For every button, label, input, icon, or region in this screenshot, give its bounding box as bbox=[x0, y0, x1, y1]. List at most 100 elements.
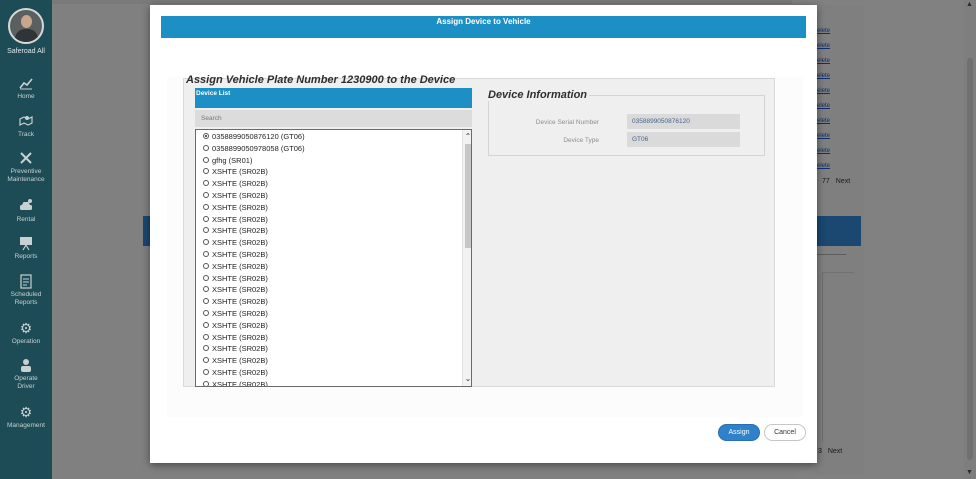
device-list-item[interactable]: XSHTE (SR02B) bbox=[203, 237, 268, 248]
pager-page[interactable]: 77 bbox=[822, 178, 830, 185]
delete-link[interactable]: elete bbox=[817, 103, 830, 109]
driver-icon bbox=[0, 357, 52, 373]
device-list-item[interactable]: XSHTE (SR02B) bbox=[203, 296, 268, 307]
device-list-item[interactable]: XSHTE (SR02B) bbox=[203, 320, 268, 331]
scroll-up-icon[interactable]: ▲ bbox=[966, 1, 973, 8]
radio-button[interactable] bbox=[203, 156, 209, 163]
radio-button[interactable] bbox=[203, 333, 209, 340]
device-list-item-label: XSHTE (SR02B) bbox=[212, 309, 268, 318]
chevron-down-icon[interactable]: ⌄ bbox=[464, 374, 471, 383]
modal-title: Assign Device to Vehicle bbox=[161, 16, 806, 38]
device-list-scrollbar-thumb[interactable] bbox=[465, 144, 471, 248]
device-list-scrollbar[interactable]: ⌃ ⌄ bbox=[462, 130, 471, 386]
device-list-item[interactable]: XSHTE (SR02B) bbox=[203, 284, 268, 295]
sidebar-item-operate-driver[interactable]: Operate Driver bbox=[0, 357, 52, 391]
device-list-item[interactable]: XSHTE (SR02B) bbox=[203, 202, 268, 213]
device-type-value: GT06 bbox=[627, 132, 740, 147]
radio-button[interactable] bbox=[203, 286, 209, 293]
radio-button[interactable] bbox=[203, 239, 209, 246]
device-listbox[interactable]: ⌃ ⌄ 0358899050876120 (GT06) 0358899050978… bbox=[195, 129, 472, 387]
page-scrollbar[interactable]: ▲ ▼ bbox=[964, 0, 976, 479]
avatar[interactable] bbox=[8, 8, 44, 44]
device-list: Device List ⌃ ⌄ 0358899050876120 (GT06) 0… bbox=[195, 88, 472, 387]
device-information-legend: Device Information bbox=[488, 89, 590, 101]
sidebar-item-home[interactable]: Home bbox=[0, 75, 52, 101]
radio-button[interactable] bbox=[203, 274, 209, 281]
device-list-item[interactable]: 0358899050978058 (GT06) bbox=[203, 143, 305, 154]
sidebar-item-track[interactable]: Track bbox=[0, 113, 52, 139]
device-list-item[interactable]: XSHTE (SR02B) bbox=[203, 166, 268, 177]
radio-button[interactable] bbox=[203, 380, 209, 386]
radio-button[interactable] bbox=[203, 144, 209, 151]
radio-button[interactable] bbox=[203, 192, 209, 198]
radio-button[interactable] bbox=[203, 215, 209, 222]
radio-button[interactable] bbox=[203, 133, 209, 139]
sidebar-item-label: Maintenance bbox=[7, 176, 45, 183]
device-list-item-label: XSHTE (SR02B) bbox=[212, 261, 268, 271]
sidebar-item-operation[interactable]: ⚙ Operation bbox=[0, 320, 52, 346]
sidebar-item-rental[interactable]: Rental bbox=[0, 198, 52, 224]
pager-next[interactable]: Next bbox=[836, 178, 850, 185]
assign-button[interactable]: Assign bbox=[718, 424, 760, 441]
cancel-button[interactable]: Cancel bbox=[764, 424, 806, 441]
gears-icon: ⚙ bbox=[19, 320, 33, 336]
delete-link[interactable]: elete bbox=[817, 163, 830, 169]
serial-number-label: Device Serial Number bbox=[535, 119, 599, 126]
delete-link[interactable]: elete bbox=[817, 43, 830, 49]
radio-button[interactable] bbox=[203, 180, 209, 187]
delete-link[interactable]: elete bbox=[817, 148, 830, 154]
device-list-item[interactable]: 0358899050876120 (GT06) bbox=[203, 131, 305, 142]
scroll-down-icon[interactable]: ▼ bbox=[966, 469, 973, 476]
sidebar-item-preventive-maintenance[interactable]: Preventive Maintenance bbox=[0, 150, 52, 184]
device-list-item[interactable]: gfhg (SR01) bbox=[203, 155, 252, 166]
device-list-item[interactable]: XSHTE (SR02B) bbox=[203, 261, 268, 272]
device-list-item[interactable]: XSHTE (SR02B) bbox=[203, 379, 268, 386]
radio-button[interactable] bbox=[203, 227, 209, 234]
device-list-item[interactable]: XSHTE (SR02B) bbox=[203, 225, 268, 236]
device-information-box: Device Serial Number 0358899050876120 De… bbox=[488, 95, 765, 156]
radio-button[interactable] bbox=[203, 357, 209, 364]
device-search-input[interactable] bbox=[195, 110, 472, 127]
device-list-item-label: 0358899050978058 (GT06) bbox=[212, 143, 305, 153]
page-scrollbar-thumb[interactable] bbox=[967, 58, 973, 460]
device-list-item[interactable]: XSHTE (SR02B) bbox=[203, 273, 268, 284]
delete-link[interactable]: elete bbox=[817, 118, 830, 124]
delete-link[interactable]: elete bbox=[817, 73, 830, 79]
sidebar-item-reports[interactable]: Reports bbox=[0, 235, 52, 261]
device-list-item-label: XSHTE (SR02B) bbox=[212, 368, 268, 377]
radio-button[interactable] bbox=[203, 369, 209, 375]
presentation-icon bbox=[0, 235, 52, 251]
delete-link[interactable]: elete bbox=[817, 133, 830, 139]
device-list-item-label: XSHTE (SR02B) bbox=[212, 167, 268, 177]
radio-button[interactable] bbox=[203, 310, 209, 316]
radio-button[interactable] bbox=[203, 262, 209, 269]
delete-link[interactable]: elete bbox=[817, 58, 830, 64]
device-list-item[interactable]: XSHTE (SR02B) bbox=[203, 190, 268, 201]
pager-next[interactable]: Next bbox=[828, 448, 842, 455]
device-list-item[interactable]: XSHTE (SR02B) bbox=[203, 249, 268, 260]
chevron-up-icon[interactable]: ⌃ bbox=[464, 132, 471, 141]
device-list-item[interactable]: XSHTE (SR02B) bbox=[203, 367, 268, 378]
radio-button[interactable] bbox=[203, 321, 209, 328]
radio-button[interactable] bbox=[203, 345, 209, 352]
device-list-item-label: 0358899050876120 (GT06) bbox=[212, 132, 305, 141]
device-list-item[interactable]: XSHTE (SR02B) bbox=[203, 178, 268, 189]
delete-link[interactable]: elete bbox=[817, 88, 830, 94]
delete-link[interactable]: elete bbox=[817, 28, 830, 34]
device-list-item-label: XSHTE (SR02B) bbox=[212, 332, 268, 342]
sidebar: Saferoad All Home Track Preventive Maint… bbox=[0, 0, 52, 479]
sidebar-item-scheduled-reports[interactable]: Scheduled Reports bbox=[0, 273, 52, 307]
radio-button[interactable] bbox=[203, 298, 209, 305]
pager-top: 77 Next bbox=[822, 178, 850, 185]
radio-button[interactable] bbox=[203, 251, 209, 257]
device-list-item[interactable]: XSHTE (SR02B) bbox=[203, 332, 268, 343]
car-icon bbox=[0, 198, 52, 214]
pager-page[interactable]: 3 bbox=[818, 448, 822, 455]
device-list-item[interactable]: XSHTE (SR02B) bbox=[203, 308, 268, 319]
radio-button[interactable] bbox=[203, 168, 209, 175]
device-list-item[interactable]: XSHTE (SR02B) bbox=[203, 355, 268, 366]
device-list-item[interactable]: XSHTE (SR02B) bbox=[203, 343, 268, 354]
radio-button[interactable] bbox=[203, 203, 209, 210]
device-list-item[interactable]: XSHTE (SR02B) bbox=[203, 214, 268, 225]
sidebar-item-management[interactable]: ⚙ Management bbox=[0, 404, 52, 430]
